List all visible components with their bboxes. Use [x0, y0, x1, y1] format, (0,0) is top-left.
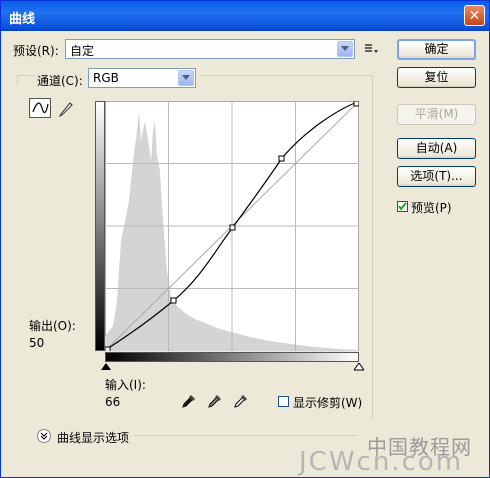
show-clipping-checkbox[interactable] — [278, 396, 289, 407]
black-eyedropper-icon[interactable] — [181, 393, 197, 409]
watermark-bottom: JCWcn.com — [299, 447, 464, 477]
curve-point — [170, 297, 177, 304]
pencil-icon[interactable] — [57, 99, 75, 117]
channel-label: 通道(C): — [37, 74, 83, 88]
black-point-slider[interactable] — [101, 363, 111, 371]
preset-value: 自定 — [70, 44, 95, 58]
title-bar: 曲线 ✕ — [1, 1, 489, 31]
group-border — [17, 75, 35, 76]
group-border — [201, 75, 373, 76]
input-gradient — [105, 352, 359, 362]
output-label: 输出(O): — [29, 319, 76, 333]
preview-label: 预览(P) — [411, 201, 452, 215]
curve-tool-icon[interactable] — [29, 98, 51, 118]
preset-label: 预设(R): — [13, 44, 59, 58]
gray-eyedropper-icon[interactable] — [207, 393, 223, 409]
expand-icon[interactable] — [37, 429, 51, 443]
group-border — [372, 75, 373, 419]
chevron-down-icon[interactable] — [337, 41, 353, 57]
smooth-button[interactable]: 平滑(M) — [397, 104, 476, 125]
show-clipping-label: 显示修剪(W) — [293, 396, 363, 410]
close-icon[interactable]: ✕ — [464, 5, 485, 26]
input-label: 输入(I): — [105, 378, 146, 392]
curves-dialog: 曲线 ✕ 预设(R): 自定 通道(C): RGB 输出(O): 50 输入(I… — [0, 0, 490, 478]
white-eyedropper-icon[interactable] — [233, 393, 249, 409]
white-point-slider[interactable] — [354, 363, 364, 371]
curve-point — [229, 224, 236, 231]
curve-point — [353, 101, 359, 107]
channel-value: RGB — [93, 71, 119, 85]
preset-select[interactable]: 自定 — [65, 39, 355, 59]
ok-button[interactable]: 确定 — [397, 39, 476, 60]
curve-options-label[interactable]: 曲线显示选项 — [57, 429, 129, 446]
curve-point — [105, 346, 111, 351]
group-border — [135, 435, 357, 436]
curve-graph[interactable] — [105, 101, 359, 351]
window-title: 曲线 — [9, 12, 36, 27]
options-button[interactable]: 选项(T)... — [397, 166, 476, 187]
group-border — [17, 75, 18, 85]
channel-select[interactable]: RGB — [88, 68, 196, 88]
curve-point — [278, 155, 285, 162]
chevron-down-icon[interactable] — [178, 70, 194, 86]
preset-menu-icon[interactable] — [365, 43, 379, 55]
output-gradient — [95, 101, 105, 351]
output-value[interactable]: 50 — [29, 336, 44, 350]
reset-button[interactable]: 复位 — [397, 67, 476, 88]
input-value[interactable]: 66 — [105, 395, 120, 409]
preview-checkbox[interactable] — [397, 201, 408, 212]
auto-button[interactable]: 自动(A) — [397, 138, 476, 159]
